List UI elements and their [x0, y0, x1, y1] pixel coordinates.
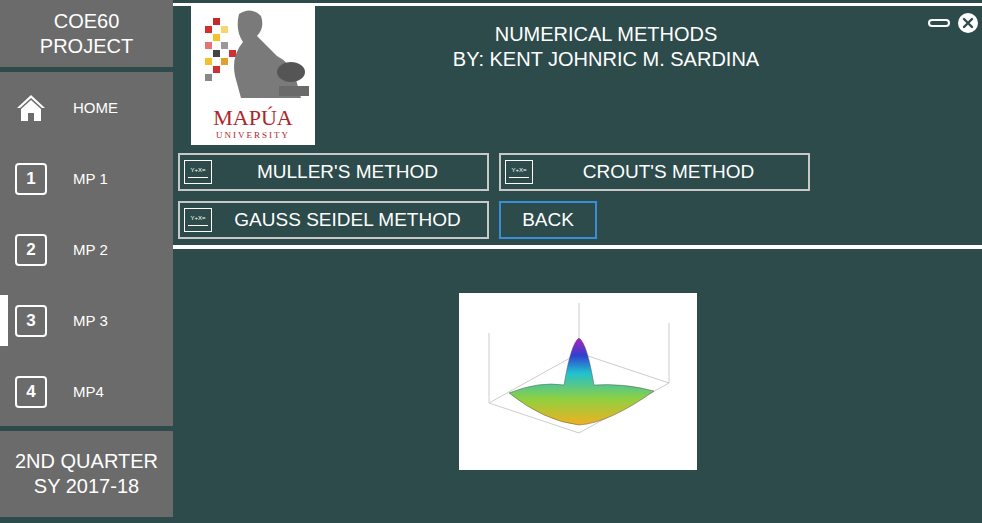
number-icon: 4 [15, 376, 47, 408]
selection-marker [0, 295, 8, 346]
sidebar-footer: 2ND QUARTERSY 2017-18 [0, 431, 173, 517]
minimize-icon[interactable] [928, 19, 950, 27]
back-button[interactable]: BACK [499, 201, 597, 239]
equation-icon: Y+X= [505, 160, 533, 184]
surface-plot-icon [459, 293, 697, 470]
number-icon: 2 [15, 234, 47, 266]
number-icon: 1 [15, 163, 47, 195]
section-divider [173, 245, 982, 249]
method-buttons: Y+X=MULLER'S METHODY+X=CROUT'S METHODY+X… [173, 153, 982, 239]
home-icon [15, 92, 47, 124]
method-button[interactable]: Y+X=GAUSS SEIDEL METHOD [178, 201, 489, 239]
sidebar-item[interactable]: 2MP 2 [0, 214, 173, 285]
equation-icon: Y+X= [184, 160, 212, 184]
sidebar-nav: HOME1MP 12MP 23MP 34MP4 [0, 72, 173, 426]
sidebar-item[interactable]: 1MP 1 [0, 143, 173, 214]
sidebar-title: COE60PROJECT [0, 0, 173, 67]
sidebar-item[interactable]: 4MP4 [0, 356, 173, 426]
app-window: COE60PROJECTHOME1MP 12MP 23MP 34MP42ND Q… [0, 0, 982, 523]
sidebar: COE60PROJECTHOME1MP 12MP 23MP 34MP42ND Q… [0, 0, 173, 523]
author-subtitle: BY: KENT JOHNRIC M. SARDINA [453, 47, 759, 72]
number-icon: 3 [15, 305, 47, 337]
university-logo: MAPÚAUNIVERSITY [191, 6, 315, 145]
sidebar-item[interactable]: HOME [0, 72, 173, 143]
app-title: NUMERICAL METHODS [495, 22, 718, 47]
method-button[interactable]: Y+X=CROUT'S METHOD [499, 153, 810, 191]
logo-figure-icon [191, 6, 315, 106]
title-block: NUMERICAL METHODSBY: KENT JOHNRIC M. SAR… [315, 6, 982, 145]
surface-plot-picture [459, 293, 697, 470]
sidebar-item[interactable]: 3MP 3 [0, 285, 173, 356]
method-button[interactable]: Y+X=MULLER'S METHOD [178, 153, 489, 191]
equation-icon: Y+X= [184, 208, 212, 232]
close-icon[interactable] [957, 12, 979, 34]
window-controls [928, 12, 979, 34]
header: MAPÚAUNIVERSITYNUMERICAL METHODSBY: KENT… [173, 6, 982, 145]
main-panel: MAPÚAUNIVERSITYNUMERICAL METHODSBY: KENT… [173, 0, 982, 523]
